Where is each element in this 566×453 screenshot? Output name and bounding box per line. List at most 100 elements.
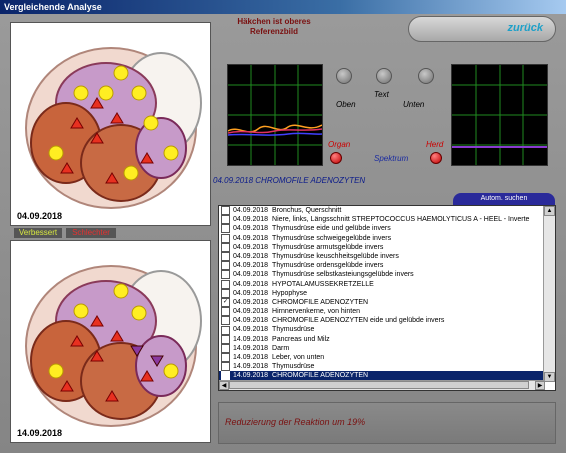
list-item-text: HYPOTALAMUSSEKRETZELLE — [272, 280, 374, 288]
list-item-date: 04.09.2018 — [233, 252, 269, 260]
list-item[interactable]: 14.09.2018 Pancreas und Milz — [219, 334, 545, 344]
list-item-text: Niere, links, Längsschnitt STREPTOCOCCUS… — [272, 216, 530, 224]
list-item-date: 04.09.2018 — [233, 298, 269, 306]
list-item[interactable]: 14.09.2018 Leber, von unten — [219, 353, 545, 363]
list-item-date: 04.09.2018 — [233, 216, 269, 224]
list-item-date: 14.09.2018 — [233, 354, 269, 361]
bottom-image-date: 14.09.2018 — [17, 428, 63, 438]
list-item[interactable]: 04.09.2018 Thymusdrüse ordensgelübde inve… — [219, 261, 545, 271]
list-item-date: 14.09.2018 — [233, 344, 269, 352]
organ-scope — [227, 64, 323, 166]
list-item-date: 04.09.2018 — [233, 262, 269, 270]
list-item[interactable]: 04.09.2018 Thymusdrüse eide und gelübde i… — [219, 224, 545, 234]
scroll-right-arrow-icon[interactable]: ▶ — [535, 381, 545, 390]
list-item-checkbox[interactable] — [221, 261, 230, 271]
list-item-date: 04.09.2018 — [233, 243, 269, 251]
list-item-date: 04.09.2018 — [233, 280, 269, 288]
herd-label: Herd — [426, 140, 444, 149]
list-item-text: Thymusdrüse schweigegelübde invers — [272, 234, 392, 242]
list-item-checkbox[interactable] — [221, 343, 230, 353]
list-item-text: CHROMOFILE ADENOZYTEN eide und gelübde i… — [272, 317, 445, 325]
list-item[interactable]: 04.09.2018 Thymusdrüse armutsgelübde inve… — [219, 242, 545, 252]
list-item-checkbox[interactable] — [221, 279, 230, 289]
list-item-date: 04.09.2018 — [233, 234, 269, 242]
vertical-scrollbar[interactable]: ▲ ▼ — [543, 206, 555, 382]
horizontal-scroll-thumb[interactable] — [229, 381, 529, 389]
organ-label: Organ — [328, 140, 351, 149]
list-item-text: Bronchus, Querschnitt — [272, 207, 342, 214]
list-item-text: CHROMOFILE ADENOZYTEN — [272, 298, 369, 306]
list-item[interactable]: 04.09.2018 Thymusdrüse — [219, 325, 545, 335]
list-item-checkbox[interactable] — [221, 242, 230, 252]
list-item-date: 04.09.2018 — [233, 271, 269, 279]
list-item-checkbox[interactable] — [221, 334, 230, 344]
list-item-date: 14.09.2018 — [233, 335, 269, 343]
list-item-checkbox[interactable] — [221, 206, 230, 216]
analysis-list[interactable]: 04.09.2018 Bronchus, Querschnitt 04.09.201… — [218, 205, 556, 391]
herd-waveform — [452, 65, 547, 165]
list-item[interactable]: 04.09.2018 CHROMOFILE ADENOZYTEN eide und… — [219, 316, 545, 326]
list-item[interactable]: ✓ 04.09.2018 CHROMOFILE ADENOZYTEN — [219, 297, 545, 307]
window-title: Vergleichende Analyse — [4, 2, 102, 12]
unten-knob[interactable] — [418, 68, 434, 84]
tissue-illustration-top — [25, 47, 202, 209]
list-item-checkbox[interactable] — [221, 233, 230, 243]
text-knob[interactable] — [376, 68, 392, 84]
list-item-text: Hirnnervenkerne, von hinten — [272, 308, 360, 316]
list-item-text: Hypophyse — [272, 289, 308, 297]
list-item-checkbox[interactable] — [221, 353, 230, 363]
horizontal-scrollbar[interactable]: ◀ ▶ — [219, 380, 545, 390]
list-item-checkbox[interactable] — [221, 316, 230, 326]
list-item-text: Thymusdrüse selbstkasteiungsgelübde inve… — [272, 271, 414, 279]
list-item-text: Darm — [272, 344, 290, 352]
list-item-checkbox[interactable] — [221, 224, 230, 234]
list-item-checkbox[interactable] — [221, 252, 230, 262]
list-item-checkbox[interactable] — [221, 362, 230, 372]
list-item-checkbox[interactable]: ✓ — [221, 297, 230, 307]
list-item[interactable]: 04.09.2018 HYPOTALAMUSSEKRETZELLE — [219, 279, 545, 289]
back-button[interactable]: zurück — [408, 16, 556, 42]
herd-led[interactable] — [430, 152, 442, 164]
list-item[interactable]: 04.09.2018 Thymusdrüse selbstkasteiungsge… — [219, 270, 545, 280]
list-item-text: Thymusdrüse armutsgelübde invers — [272, 243, 384, 251]
scroll-up-arrow-icon[interactable]: ▲ — [544, 206, 555, 216]
list-item-date: 04.09.2018 — [233, 207, 269, 214]
list-item[interactable]: 04.09.2018 Hypophyse — [219, 288, 545, 298]
list-item[interactable]: 04.09.2018 Hirnnervenkerne, von hinten — [219, 307, 545, 317]
list-item-checkbox[interactable] — [221, 307, 230, 317]
list-item[interactable]: 04.09.2018 Niere, links, Längsschnitt STR… — [219, 215, 545, 225]
current-item-title: 04.09.2018 CHROMOFILE ADENOZYTEN — [213, 176, 366, 185]
scroll-left-arrow-icon[interactable]: ◀ — [219, 381, 229, 390]
list-item-date: 04.09.2018 — [233, 308, 269, 316]
list-item[interactable]: 14.09.2018 Thymusdrüse — [219, 362, 545, 372]
list-item[interactable]: 14.09.2018 Darm — [219, 343, 545, 353]
bottom-compare-image[interactable]: 14.09.2018 — [10, 240, 211, 443]
oben-knob[interactable] — [336, 68, 352, 84]
spektrum-label[interactable]: Spektrum — [374, 154, 408, 163]
list-item-checkbox[interactable] — [221, 270, 230, 280]
organ-led[interactable] — [330, 152, 342, 164]
auto-search-button[interactable]: Autom. suchen — [453, 193, 555, 205]
list-item-date: 14.09.2018 — [233, 363, 269, 371]
list-item[interactable]: 04.09.2018 Bronchus, Querschnitt — [219, 206, 545, 216]
status-text: Reduzierung der Reaktion um 19% — [225, 417, 366, 427]
top-reference-image[interactable]: 04.09.2018 — [10, 22, 211, 226]
status-panel: Reduzierung der Reaktion um 19% — [218, 402, 556, 444]
unten-label: Unten — [403, 100, 425, 109]
reference-hint: Häkchen ist oberes Referenzbild — [237, 17, 311, 36]
list-item-checkbox[interactable] — [221, 288, 230, 298]
list-item[interactable]: 04.09.2018 Thymusdrüse schweigegelübde in… — [219, 233, 545, 243]
list-item-date: 04.09.2018 — [233, 289, 269, 297]
list-item-checkbox[interactable] — [221, 215, 230, 225]
list-item-text: Thymusdrüse eide und gelübde invers — [272, 225, 391, 233]
list-item-checkbox[interactable] — [221, 325, 230, 335]
list-item[interactable]: 04.09.2018 Thymusdrüse keuschheitsgelübde… — [219, 252, 545, 262]
back-button-label: zurück — [507, 22, 543, 34]
list-item-text: Thymusdrüse ordensgelübde invers — [272, 262, 384, 270]
list-item-date: 04.09.2018 — [233, 225, 269, 233]
tab-worsened[interactable]: Schlechter — [66, 228, 116, 238]
list-item-text: Pancreas und Milz — [272, 335, 330, 343]
tab-improved[interactable]: Verbessert — [14, 228, 62, 238]
top-image-date: 04.09.2018 — [17, 211, 63, 221]
scroll-down-arrow-icon[interactable]: ▼ — [544, 372, 555, 382]
